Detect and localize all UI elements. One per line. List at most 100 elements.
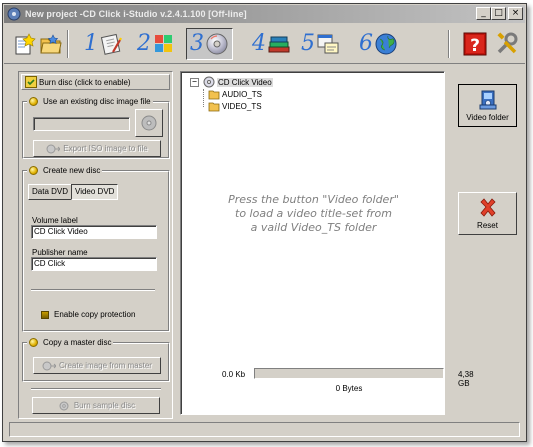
master-disc-title: Copy a master disc bbox=[43, 338, 112, 347]
open-folder-icon bbox=[40, 34, 62, 54]
reset-label: Reset bbox=[477, 221, 498, 230]
existing-image-title: Use an existing disc image file bbox=[43, 97, 151, 106]
hint-line-2: to load a video title-set from bbox=[235, 207, 392, 220]
status-bar bbox=[9, 422, 520, 437]
help-icon[interactable]: ? bbox=[461, 30, 489, 58]
divider bbox=[31, 289, 155, 291]
hint-line-1: Press the button "Video folder" bbox=[228, 193, 399, 206]
volume-label-input[interactable]: CD Click Video bbox=[31, 225, 157, 239]
step-2-number: 2 bbox=[137, 31, 151, 56]
burn-sample-label: Burn sample disc bbox=[73, 401, 136, 410]
create-image-from-master-button[interactable]: Create image from master bbox=[33, 357, 161, 374]
burn-disc-toggle[interactable]: Burn disc (click to enable) bbox=[21, 74, 170, 90]
disc-usage-bar bbox=[254, 368, 444, 379]
create-new-title: Create new disc bbox=[43, 166, 101, 175]
create-new-group: Create new disc Data DVD Video DVD Volum… bbox=[22, 164, 170, 332]
folder-icon bbox=[208, 90, 220, 100]
create-new-option[interactable]: Create new disc bbox=[27, 164, 103, 177]
burn-disc-label: Burn disc (click to enable) bbox=[39, 77, 131, 87]
step-6-button[interactable]: 6 bbox=[359, 28, 398, 60]
tab-video-dvd[interactable]: Video DVD bbox=[71, 184, 119, 200]
folder-icon bbox=[208, 102, 220, 112]
browse-image-button[interactable] bbox=[135, 109, 163, 137]
used-size-label: 0.0 Kb bbox=[222, 370, 246, 379]
tab-data-dvd[interactable]: Data DVD bbox=[28, 184, 73, 200]
publisher-name-caption: Publisher name bbox=[32, 248, 88, 257]
step-3-number: 3 bbox=[190, 31, 204, 56]
copy-disc-icon bbox=[42, 361, 57, 370]
step-2-button[interactable]: 2 bbox=[137, 28, 176, 60]
publisher-name-input[interactable]: CD Click bbox=[31, 257, 157, 271]
cd-root-icon bbox=[203, 76, 215, 88]
app-window: New project -CD Click i-Studio v.2.4.1.1… bbox=[2, 3, 527, 442]
toolbar-separator bbox=[67, 30, 69, 58]
master-disc-option[interactable]: Copy a master disc bbox=[27, 336, 114, 349]
app-logo-icon bbox=[7, 7, 21, 21]
title-bar[interactable]: New project -CD Click i-Studio v.2.4.1.1… bbox=[4, 5, 525, 23]
divider bbox=[31, 388, 161, 390]
globe-icon bbox=[375, 33, 397, 55]
step-4-button[interactable]: 4 bbox=[252, 28, 291, 60]
wizard-icon bbox=[100, 33, 122, 55]
step-5-button[interactable]: 5 bbox=[301, 28, 340, 60]
step-5-number: 5 bbox=[301, 31, 315, 56]
new-project-button[interactable] bbox=[12, 28, 37, 60]
window-title: New project -CD Click i-Studio v.2.4.1.1… bbox=[25, 9, 247, 19]
burn-sample-button[interactable]: Burn sample disc bbox=[32, 397, 160, 414]
hint-line-3: a vaild Video_TS folder bbox=[250, 221, 377, 234]
video-folder-icon bbox=[479, 90, 496, 110]
new-document-icon bbox=[15, 33, 36, 55]
step-4-number: 4 bbox=[252, 31, 266, 56]
export-iso-label: Export ISO image to file bbox=[63, 144, 148, 153]
instruction-hint: Press the button "Video folder" to load … bbox=[191, 193, 436, 235]
open-project-button[interactable] bbox=[38, 28, 63, 60]
books-icon bbox=[268, 36, 290, 53]
image-path-input[interactable] bbox=[33, 117, 130, 131]
reset-icon bbox=[479, 198, 496, 217]
disc-options-panel: Burn disc (click to enable) Use an exist… bbox=[18, 71, 173, 419]
video-folder-button[interactable]: Video folder bbox=[458, 84, 517, 127]
burn-sample-icon bbox=[59, 401, 69, 410]
tree-connector bbox=[203, 89, 204, 107]
export-iso-button[interactable]: Export ISO image to file bbox=[33, 140, 161, 157]
step-3-button[interactable]: 3 bbox=[186, 28, 233, 60]
tree-collapse-toggle[interactable]: − bbox=[190, 77, 199, 87]
step-6-number: 6 bbox=[359, 31, 373, 56]
create-new-radio-icon bbox=[29, 166, 38, 175]
step-1-number: 1 bbox=[84, 31, 98, 56]
tree-item-label: AUDIO_TS bbox=[222, 89, 263, 99]
close-button[interactable]: × bbox=[508, 7, 523, 20]
master-disc-radio-icon bbox=[29, 338, 38, 347]
media-icon bbox=[155, 35, 172, 52]
minimize-button[interactable]: _ bbox=[476, 7, 491, 20]
export-icon bbox=[46, 144, 61, 153]
toolbar-separator bbox=[448, 30, 450, 58]
svg-text:?: ? bbox=[470, 36, 480, 56]
toolbar: 1 2 3 4 5 6 ? bbox=[4, 24, 525, 64]
video-folder-label: Video folder bbox=[466, 113, 509, 122]
maximize-button[interactable]: □ bbox=[491, 7, 506, 20]
properties-icon bbox=[317, 34, 339, 54]
copy-protection-checkbox[interactable] bbox=[41, 311, 49, 319]
existing-image-radio-icon bbox=[29, 97, 38, 106]
capacity-label: 4,38 GB bbox=[458, 370, 474, 388]
bytes-label: 0 Bytes bbox=[335, 384, 363, 393]
tree-item-video-ts[interactable]: VIDEO_TS bbox=[208, 100, 262, 112]
volume-label-caption: Volume label bbox=[32, 216, 78, 225]
tree-item-audio-ts[interactable]: AUDIO_TS bbox=[208, 88, 262, 100]
create-image-from-master-label: Create image from master bbox=[59, 361, 152, 370]
disc-icon bbox=[206, 33, 228, 55]
tree-item-label: VIDEO_TS bbox=[222, 101, 262, 111]
reset-button[interactable]: Reset bbox=[458, 192, 517, 235]
browse-disc-icon bbox=[141, 115, 157, 131]
existing-image-group: Use an existing disc image file Export I… bbox=[22, 95, 170, 159]
copy-protection-label: Enable copy protection bbox=[54, 310, 136, 319]
tree-root-item[interactable]: − CD Click Video bbox=[190, 76, 273, 88]
step-1-button[interactable]: 1 bbox=[84, 28, 123, 60]
tree-root-label: CD Click Video bbox=[217, 77, 273, 87]
existing-image-option[interactable]: Use an existing disc image file bbox=[27, 95, 153, 108]
master-disc-group: Copy a master disc Create image from mas… bbox=[22, 336, 170, 382]
tools-icon[interactable] bbox=[493, 30, 521, 58]
disc-content-panel[interactable]: − CD Click Video AUDIO_TS VIDEO_TS Press… bbox=[180, 71, 474, 415]
burn-disc-icon bbox=[25, 76, 37, 88]
